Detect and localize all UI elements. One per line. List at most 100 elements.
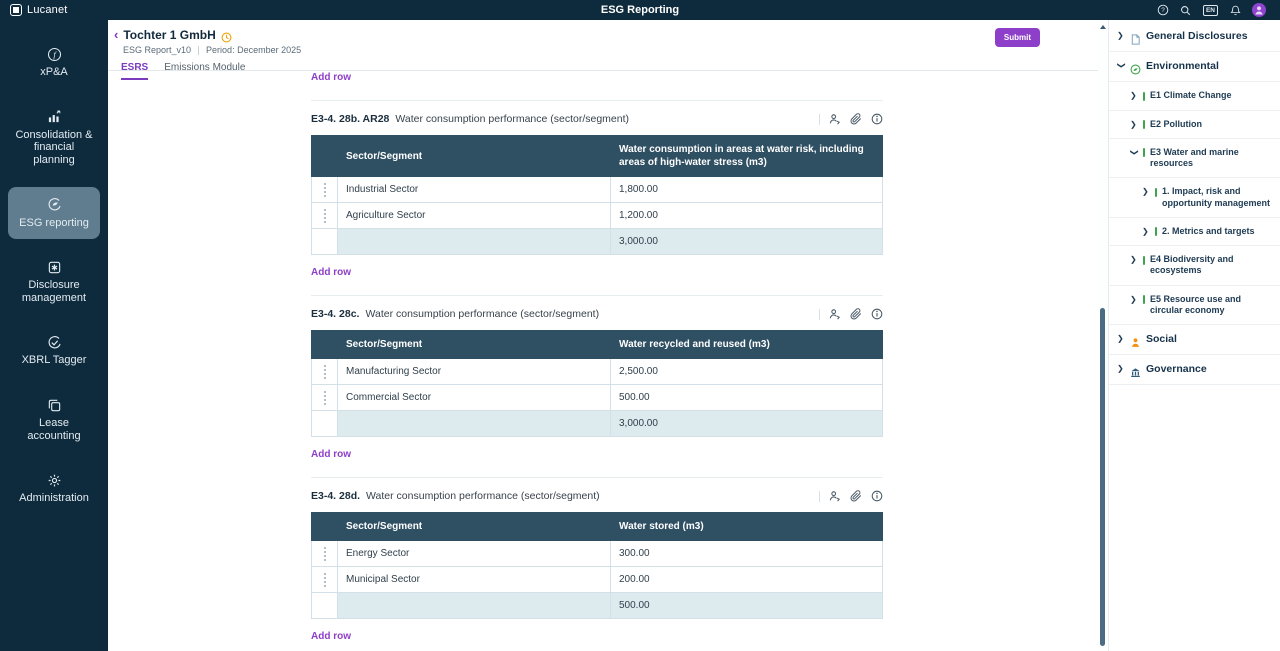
svg-text:f: f <box>53 49 57 59</box>
tree-item-e1-climate-change[interactable]: ❯ E1 Climate Change <box>1109 82 1280 110</box>
assign-user-icon[interactable] <box>829 113 841 125</box>
datapoint-label: Water consumption performance (sector/se… <box>395 113 639 126</box>
tree-item-e2-pollution[interactable]: ❯ E2 Pollution <box>1109 111 1280 139</box>
column-header: Sector/Segment <box>338 136 611 177</box>
value-cell[interactable]: 1,800.00 <box>611 177 883 203</box>
tab-emissions-module[interactable]: Emissions Module <box>164 62 245 80</box>
drag-handle-icon <box>314 547 335 561</box>
assign-user-icon[interactable] <box>829 308 841 320</box>
green-bar-icon <box>1143 295 1145 304</box>
tree-item-e3-water-marine[interactable]: ❯ E3 Water and marine resources <box>1109 139 1280 179</box>
tree-item-label: E4 Biodiversity and ecosystems <box>1150 254 1274 277</box>
value-cell[interactable]: 200.00 <box>611 567 883 593</box>
app-title: ESG Reporting <box>0 4 1280 16</box>
value-cell[interactable]: 300.00 <box>611 541 883 567</box>
table-row: Manufacturing Sector 2,500.00 <box>312 359 883 385</box>
tree-item-general-disclosures[interactable]: ❯ General Disclosures <box>1109 22 1280 52</box>
lucanet-logo-icon <box>10 4 22 16</box>
sector-cell[interactable]: Municipal Sector <box>338 567 611 593</box>
help-icon[interactable]: ? <box>1157 4 1169 16</box>
value-cell[interactable]: 500.00 <box>611 385 883 411</box>
tree-item-e5-resource-use[interactable]: ❯ E5 Resource use and circular economy <box>1109 286 1280 326</box>
submit-button[interactable]: Submit <box>995 28 1040 47</box>
tree-item-label: E5 Resource use and circular economy <box>1150 294 1274 317</box>
section-title-28d: E3-4. 28d. Water consumption performance… <box>311 490 883 503</box>
document-header: ‹ Tochter 1 GmbH ESG Report_v10 Period: … <box>108 20 1098 71</box>
search-icon[interactable] <box>1180 4 1192 16</box>
sector-cell[interactable]: Manufacturing Sector <box>338 359 611 385</box>
icon-divider <box>819 309 820 320</box>
tree-item-governance[interactable]: ❯ Governance <box>1109 355 1280 385</box>
drag-handle[interactable] <box>312 385 338 411</box>
tree-item-e4-biodiversity[interactable]: ❯ E4 Biodiversity and ecosystems <box>1109 246 1280 286</box>
sidebar-item-xpa[interactable]: f xP&A <box>8 36 100 89</box>
drag-column-header <box>312 331 338 359</box>
avatar[interactable] <box>1252 3 1266 17</box>
info-icon[interactable] <box>871 308 883 320</box>
sector-cell[interactable]: Commercial Sector <box>338 385 611 411</box>
add-row-link[interactable]: Add row <box>311 267 351 278</box>
chevron-right-icon: ❯ <box>1130 120 1138 130</box>
add-row-link[interactable]: Add row <box>311 449 351 460</box>
sidebar-item-consolidation[interactable]: Consolidation & financial planning <box>8 99 100 177</box>
bell-icon[interactable] <box>1229 4 1241 16</box>
sector-cell[interactable]: Industrial Sector <box>338 177 611 203</box>
lease-copy-icon <box>46 397 62 413</box>
sidebar-item-label: Consolidation & financial planning <box>14 129 94 167</box>
tab-esrs[interactable]: ESRS <box>121 62 148 80</box>
drag-handle-icon <box>314 573 335 587</box>
drag-handle[interactable] <box>312 177 338 203</box>
attachment-icon[interactable] <box>850 308 862 320</box>
tree-item-e3-metrics-targets[interactable]: ❯ 2. Metrics and targets <box>1109 218 1280 246</box>
water-stored-table: Sector/Segment Water stored (m3) Energy … <box>311 512 883 619</box>
sidebar-item-esg-reporting[interactable]: ESG reporting <box>8 187 100 240</box>
tree-item-social[interactable]: ❯ Social <box>1109 325 1280 355</box>
section-divider <box>311 477 883 478</box>
drag-handle-icon <box>314 183 335 197</box>
chevron-right-icon: ❯ <box>1130 255 1138 265</box>
drag-handle-icon <box>314 365 335 379</box>
datapoint-label: Water consumption performance (sector/se… <box>366 490 610 503</box>
vertical-scrollbar[interactable] <box>1098 20 1108 651</box>
sidebar-item-lease-accounting[interactable]: Lease accounting <box>8 387 100 452</box>
brand-name: Lucanet <box>27 4 68 16</box>
drag-handle[interactable] <box>312 567 338 593</box>
table-row: Energy Sector 300.00 <box>312 541 883 567</box>
clock-icon <box>221 30 232 41</box>
sector-cell[interactable]: Agriculture Sector <box>338 203 611 229</box>
sector-cell[interactable]: Energy Sector <box>338 541 611 567</box>
report-period: Period: December 2025 <box>206 45 301 55</box>
column-header: Water stored (m3) <box>611 513 883 541</box>
attachment-icon[interactable] <box>850 490 862 502</box>
environment-leaf-icon <box>1130 61 1141 72</box>
tree-item-e3-impact-risk[interactable]: ❯ 1. Impact, risk and opportunity manage… <box>1109 178 1280 218</box>
value-cell[interactable]: 2,500.00 <box>611 359 883 385</box>
info-icon[interactable] <box>871 113 883 125</box>
main-area: ‹ Tochter 1 GmbH ESG Report_v10 Period: … <box>108 20 1098 651</box>
sidebar-item-disclosure-management[interactable]: ✱ Disclosure management <box>8 249 100 314</box>
drag-handle[interactable] <box>312 359 338 385</box>
chevron-down-icon: ❯ <box>1129 149 1139 157</box>
green-bar-icon <box>1143 120 1145 129</box>
scrollbar-thumb[interactable] <box>1100 308 1105 646</box>
scroll-up-arrow-icon[interactable] <box>1100 25 1106 29</box>
column-header: Sector/Segment <box>338 331 611 359</box>
value-cell[interactable]: 1,200.00 <box>611 203 883 229</box>
section-title-28b: E3-4. 28b. AR28 Water consumption perfor… <box>311 113 883 126</box>
info-icon[interactable] <box>871 490 883 502</box>
tree-item-environmental[interactable]: ❯ Environmental <box>1109 52 1280 82</box>
green-bar-icon <box>1155 188 1157 197</box>
disclosure-icon: ✱ <box>46 259 62 275</box>
sidebar-item-xbrl-tagger[interactable]: XBRL Tagger <box>8 324 100 377</box>
attachment-icon[interactable] <box>850 113 862 125</box>
drag-handle[interactable] <box>312 203 338 229</box>
tree-item-label: 2. Metrics and targets <box>1162 226 1255 237</box>
sidebar-item-administration[interactable]: Administration <box>8 462 100 515</box>
form-scroll-area: Add row E3-4. 28b. AR28 Water consumptio… <box>108 71 1098 651</box>
back-button[interactable]: ‹ <box>114 30 118 40</box>
add-row-link[interactable]: Add row <box>311 631 351 642</box>
language-selector[interactable]: EN <box>1203 5 1218 16</box>
drag-handle[interactable] <box>312 541 338 567</box>
assign-user-icon[interactable] <box>829 490 841 502</box>
bank-icon <box>1130 364 1141 375</box>
